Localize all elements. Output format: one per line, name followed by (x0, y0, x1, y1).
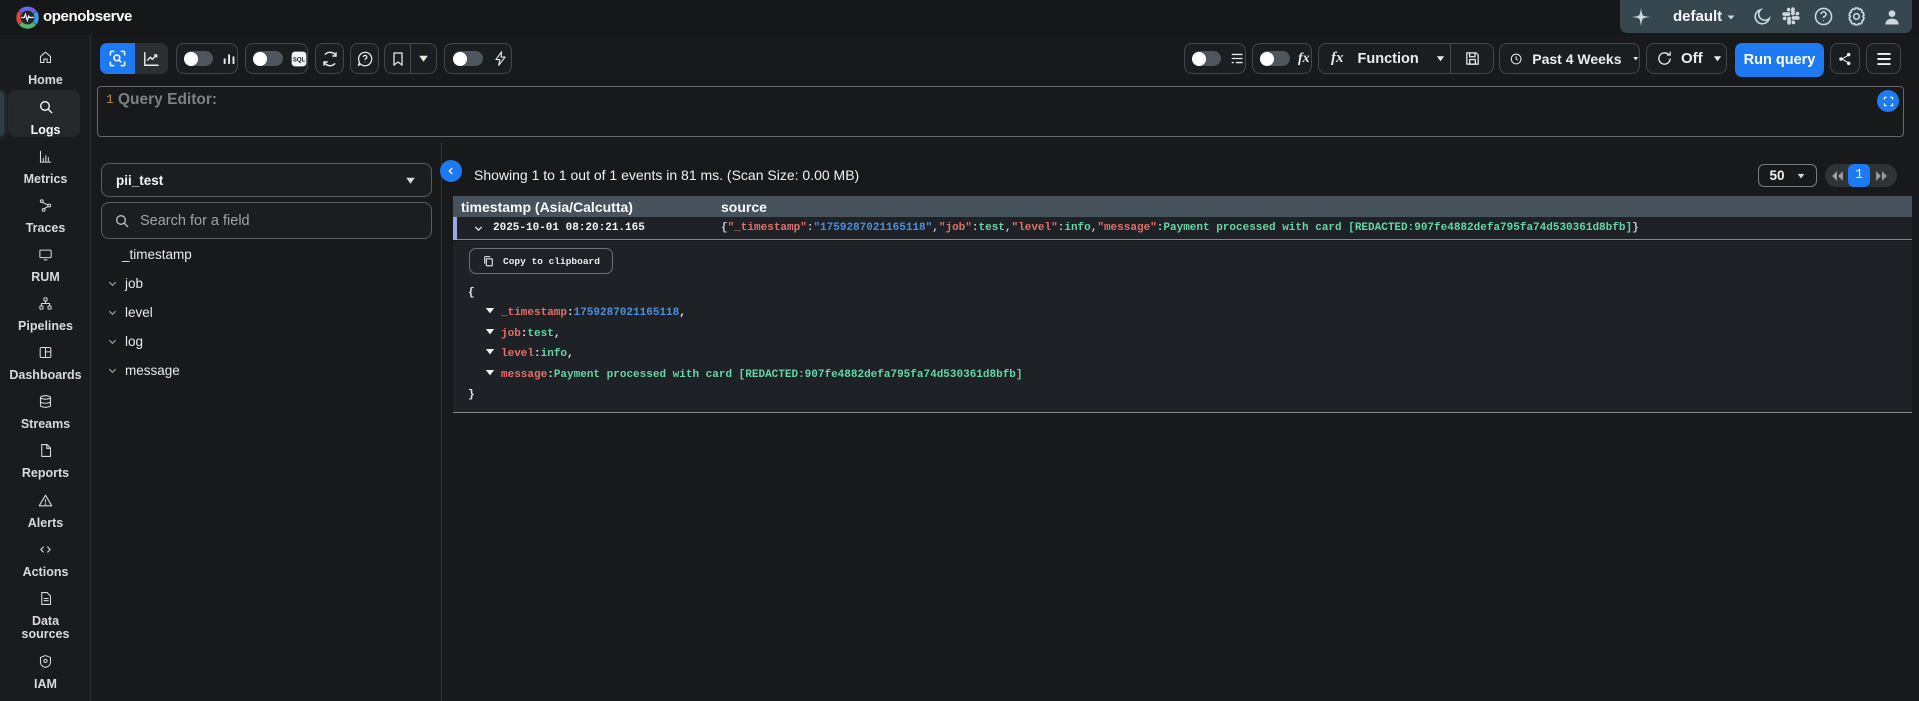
svg-text:SQL: SQL (293, 57, 306, 63)
